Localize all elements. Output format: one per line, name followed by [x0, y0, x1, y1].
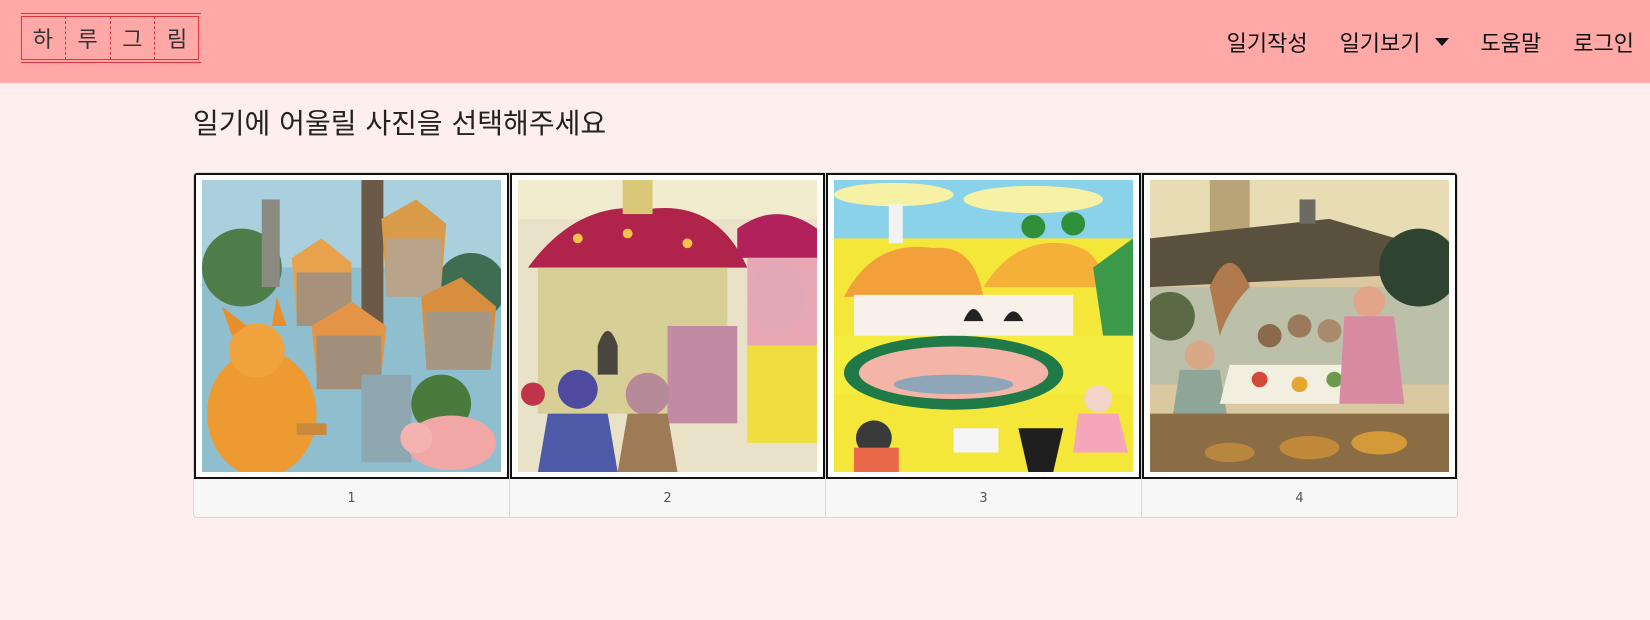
- brand-logo[interactable]: 하 루 그 림: [21, 13, 201, 63]
- nav-item-label: 일기보기: [1339, 31, 1421, 57]
- nav-item-view-diary-dropdown[interactable]: 일기보기: [1340, 26, 1449, 58]
- card-footer: 1: [194, 479, 509, 517]
- image-option[interactable]: [826, 173, 1141, 479]
- image-option[interactable]: [194, 173, 509, 479]
- illustration-house-gathering-party-image: [1150, 180, 1449, 472]
- nav-item-login[interactable]: 로그인: [1573, 26, 1634, 58]
- logo-char: 하: [21, 16, 66, 60]
- logo-char: 루: [66, 16, 111, 60]
- nav-item-label: 로그인: [1573, 31, 1634, 57]
- image-card-2[interactable]: 2: [510, 173, 826, 517]
- caret-down-icon: [1434, 37, 1449, 46]
- nav-item-help[interactable]: 도움말: [1481, 26, 1542, 58]
- logo-char: 림: [167, 28, 188, 53]
- logo-bottom-line: [21, 62, 201, 63]
- image-card-4[interactable]: 4: [1142, 173, 1457, 517]
- image-option[interactable]: [510, 173, 825, 479]
- card-footer: 2: [510, 479, 825, 517]
- nav-menu: 일기작성 일기보기 도움말 로그인: [1227, 0, 1650, 83]
- card-label: 2: [663, 490, 672, 506]
- card-label: 1: [347, 490, 356, 506]
- image-option[interactable]: [1142, 173, 1457, 479]
- illustration-village-dog-pig-image: [202, 180, 501, 472]
- nav-item-write-diary[interactable]: 일기작성: [1227, 26, 1308, 58]
- image-card-3[interactable]: 3: [826, 173, 1142, 517]
- page-title: 일기에 어울릴 사진을 선택해주세요: [193, 107, 607, 140]
- logo-char: 그: [111, 16, 156, 60]
- card-label: 4: [1295, 490, 1304, 506]
- card-footer: 4: [1142, 479, 1457, 517]
- image-choice-group: 1 2 3 4: [193, 172, 1458, 518]
- nav-item-label: 도움말: [1480, 31, 1542, 57]
- illustration-mushroom-house-characters-image: [518, 180, 817, 472]
- logo-top-line: [21, 13, 201, 14]
- navbar: 하 루 그 림 일기작성 일기보기 도움말 로그인: [0, 0, 1650, 83]
- nav-item-label: 일기작성: [1226, 31, 1308, 57]
- illustration-village-feast-table-image: [834, 180, 1133, 472]
- card-footer: 3: [826, 479, 1141, 517]
- card-label: 3: [979, 490, 988, 506]
- image-card-1[interactable]: 1: [194, 173, 510, 517]
